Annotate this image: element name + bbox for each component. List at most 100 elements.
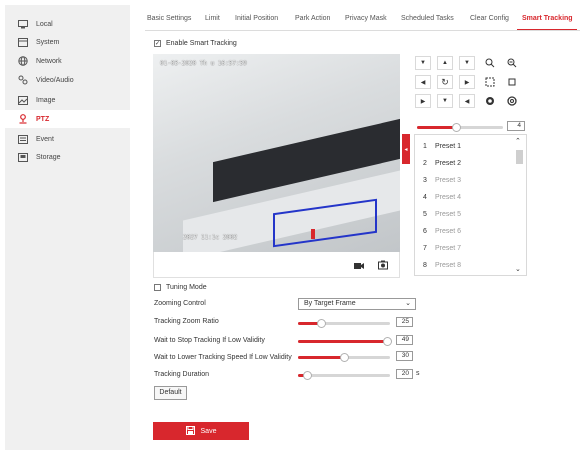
preset-item[interactable]: 2 Preset 2: [415, 155, 515, 172]
osd-overlay-text: 2027 11:1c 2002: [183, 234, 238, 241]
tracking-duration-slider[interactable]: [298, 371, 390, 380]
monitor-icon: [18, 19, 28, 29]
ptz-left-down-button[interactable]: ▶: [415, 94, 431, 108]
iris-close-icon[interactable]: [504, 94, 520, 108]
focus-near-icon[interactable]: [482, 75, 498, 89]
tracking-duration-value[interactable]: 20: [396, 369, 413, 379]
slider-thumb[interactable]: [317, 319, 326, 328]
ptz-icon: [18, 114, 28, 124]
slider-fill: [298, 340, 390, 343]
tab-privacy-mask[interactable]: Privacy Mask: [345, 15, 387, 22]
preset-item[interactable]: 7 Preset 7: [415, 240, 515, 257]
lower-speed-slider[interactable]: [298, 353, 390, 362]
ptz-speed-thumb[interactable]: [452, 123, 461, 132]
sidebar-item-image[interactable]: Image: [5, 91, 130, 109]
preset-number: 5: [423, 211, 427, 218]
preset-label: Preset 8: [435, 262, 462, 269]
tracking-target-marker: [311, 229, 315, 239]
preset-item[interactable]: 8 Preset 8: [415, 257, 515, 274]
tracking-duration-unit: s: [416, 370, 420, 377]
preset-label: Preset 3: [435, 177, 462, 184]
ptz-speed-slider[interactable]: [417, 123, 503, 132]
lower-speed-value[interactable]: 30: [396, 351, 413, 361]
slider-thumb[interactable]: [383, 337, 392, 346]
preset-number: 3: [423, 177, 427, 184]
zooming-control-value: By Target Frame: [304, 300, 356, 307]
zoom-out-icon[interactable]: [504, 56, 520, 70]
tab-park-action[interactable]: Park Action: [295, 15, 330, 22]
scroll-down-icon[interactable]: ⌄: [515, 265, 521, 273]
preset-label: Preset 7: [435, 245, 462, 252]
sidebar-item-label: Local: [36, 20, 53, 28]
save-button[interactable]: Save: [153, 422, 249, 440]
preset-item[interactable]: 4 Preset 4: [415, 189, 515, 206]
zoom-in-icon[interactable]: [482, 56, 498, 70]
sidebar-item-label: Network: [36, 57, 62, 65]
preset-item[interactable]: 6 Preset 6: [415, 223, 515, 240]
tab-clear-config[interactable]: Clear Config: [470, 15, 509, 22]
sidebar-item-video-audio[interactable]: Video/Audio: [5, 71, 130, 89]
preset-label: Preset 5: [435, 211, 462, 218]
sidebar-item-event[interactable]: Event: [5, 130, 130, 148]
ptz-auto-pan-button[interactable]: ↻: [437, 75, 453, 89]
tab-initial-position[interactable]: Initial Position: [235, 15, 278, 22]
tracking-zoom-ratio-slider[interactable]: [298, 319, 390, 328]
video-toolbar: [153, 252, 400, 278]
tracking-zoom-ratio-value[interactable]: 25: [396, 317, 413, 327]
slider-thumb[interactable]: [340, 353, 349, 362]
collapse-panel-toggle[interactable]: ◂: [402, 134, 410, 164]
scroll-up-icon[interactable]: ⌃: [515, 137, 521, 145]
sidebar-item-storage[interactable]: Storage: [5, 148, 130, 166]
tab-divider: [145, 30, 580, 31]
slider-fill: [298, 356, 344, 359]
slider-thumb[interactable]: [303, 371, 312, 380]
live-video[interactable]: 01-03-2020 Th u 16:57:59 2027 11:1c 2002: [153, 54, 400, 252]
sidebar-item-ptz[interactable]: PTZ: [5, 110, 130, 128]
scroll-thumb[interactable]: [516, 150, 523, 164]
sidebar-item-network[interactable]: Network: [5, 52, 130, 70]
preset-label: Preset 1: [435, 143, 462, 150]
tab-smart-tracking[interactable]: Smart Tracking: [522, 15, 573, 22]
camera-capture-icon[interactable]: [378, 260, 388, 270]
preset-item[interactable]: 3 Preset 3: [415, 172, 515, 189]
globe-icon: [18, 56, 28, 66]
sidebar-item-local[interactable]: Local: [5, 15, 130, 33]
iris-open-icon[interactable]: [482, 94, 498, 108]
ptz-left-button[interactable]: ◀: [415, 75, 431, 89]
tuning-mode-checkbox[interactable]: [154, 284, 161, 291]
sidebar-item-system[interactable]: System: [5, 33, 130, 51]
preset-scrollbar[interactable]: ⌃ ⌄: [515, 137, 524, 273]
default-button[interactable]: Default: [154, 386, 187, 400]
ptz-right-up-button[interactable]: ▼: [459, 56, 475, 70]
preset-item[interactable]: 1 Preset 1: [415, 138, 515, 155]
tracking-zoom-ratio-label: Tracking Zoom Ratio: [154, 318, 219, 325]
sidebar-item-label: Storage: [36, 153, 61, 161]
focus-far-icon[interactable]: [504, 75, 520, 89]
record-icon[interactable]: [354, 260, 364, 270]
preset-list: 1 Preset 1 2 Preset 2 3 Preset 3 4 Preset 4 …: [414, 134, 527, 276]
preset-label: Preset 4: [435, 194, 462, 201]
image-icon: [18, 95, 28, 105]
zooming-control-select[interactable]: By Target Frame ⌄: [298, 298, 416, 310]
sidebar-item-label: System: [36, 38, 60, 46]
tab-basic-settings[interactable]: Basic Settings: [147, 15, 191, 22]
ptz-right-button[interactable]: ▶: [459, 75, 475, 89]
ptz-left-up-button[interactable]: ▼: [415, 56, 431, 70]
preset-number: 2: [423, 160, 427, 167]
preset-item[interactable]: 5 Preset 5: [415, 206, 515, 223]
stop-tracking-slider[interactable]: [298, 337, 392, 346]
stop-tracking-value[interactable]: 49: [396, 335, 413, 345]
preset-number: 6: [423, 228, 427, 235]
ptz-speed-value[interactable]: 4: [507, 121, 525, 131]
ptz-right-down-button[interactable]: ◀: [459, 94, 475, 108]
enable-smart-tracking-checkbox[interactable]: ✓: [154, 40, 161, 47]
tab-limit[interactable]: Limit: [205, 15, 220, 22]
ptz-up-button[interactable]: ▲: [437, 56, 453, 70]
ptz-down-button[interactable]: ▼: [437, 94, 453, 108]
sidebar-item-label: Video/Audio: [36, 76, 74, 84]
preset-number: 8: [423, 262, 427, 269]
enable-smart-tracking-label: Enable Smart Tracking: [166, 40, 237, 47]
stop-tracking-label: Wait to Stop Tracking If Low Validity: [154, 337, 265, 344]
tab-scheduled-tasks[interactable]: Scheduled Tasks: [401, 15, 454, 22]
preset-number: 4: [423, 194, 427, 201]
